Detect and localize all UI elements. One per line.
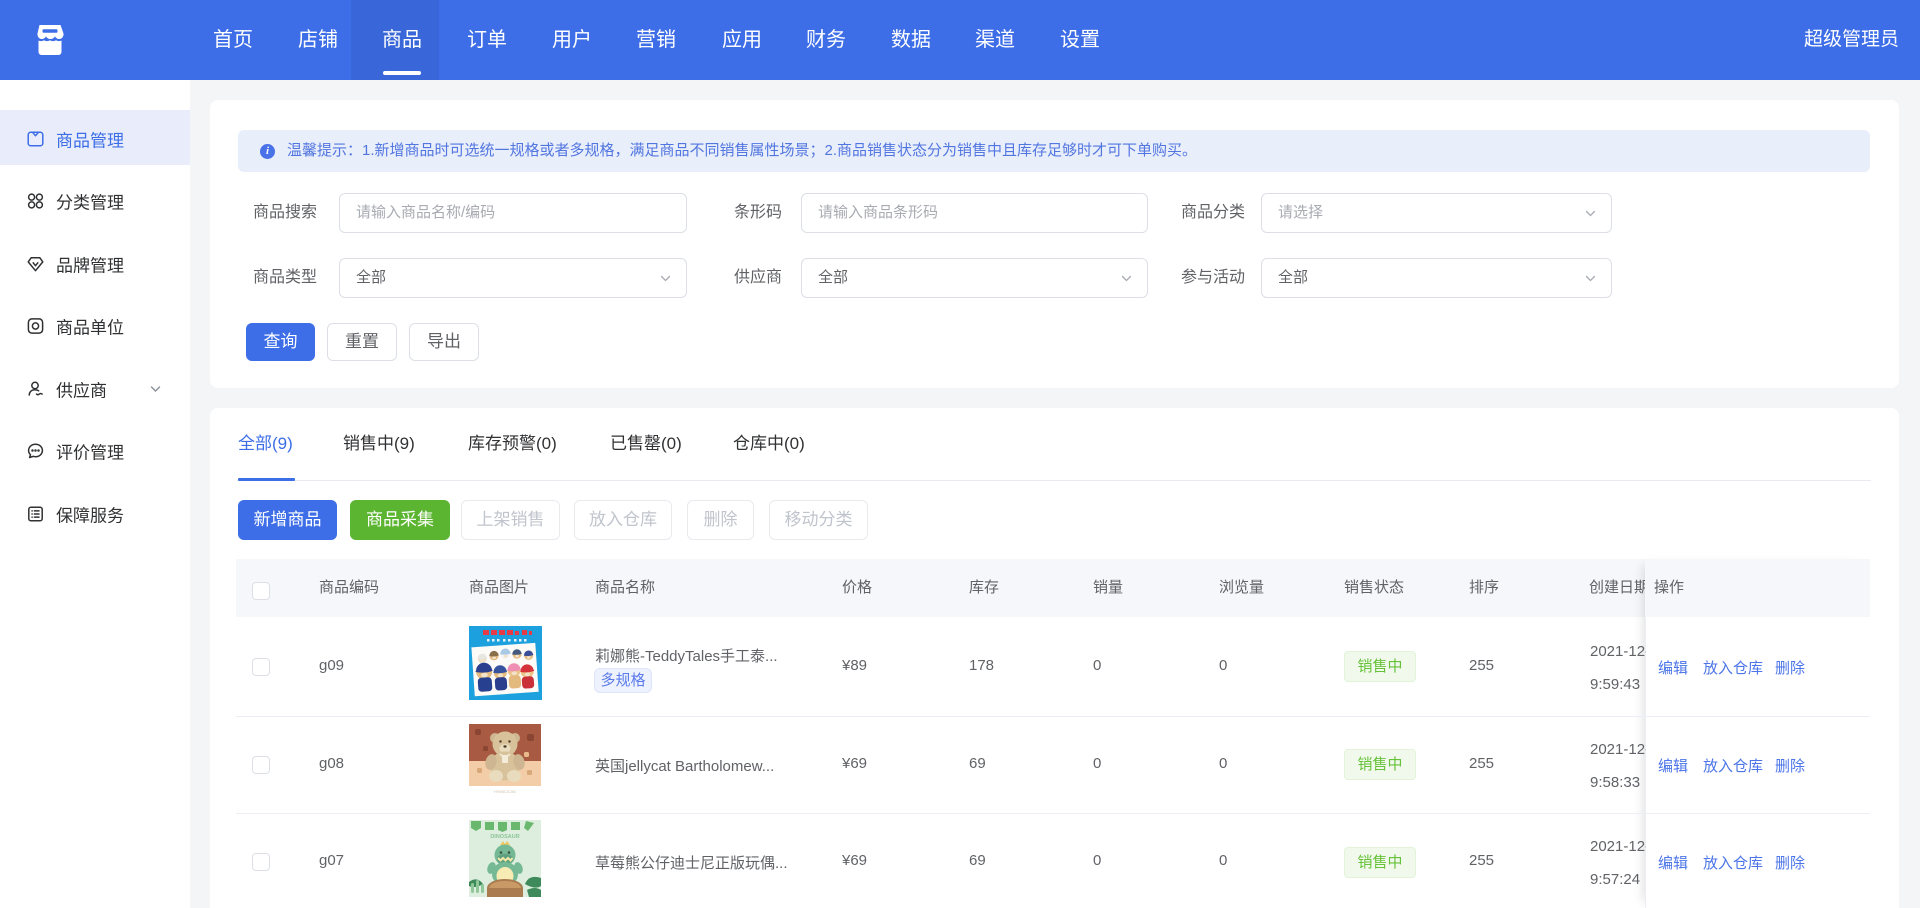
svg-text:DINOSAUR: DINOSAUR bbox=[490, 834, 519, 840]
svg-text:HYMGJCIIG: HYMGJCIIG bbox=[494, 789, 516, 794]
